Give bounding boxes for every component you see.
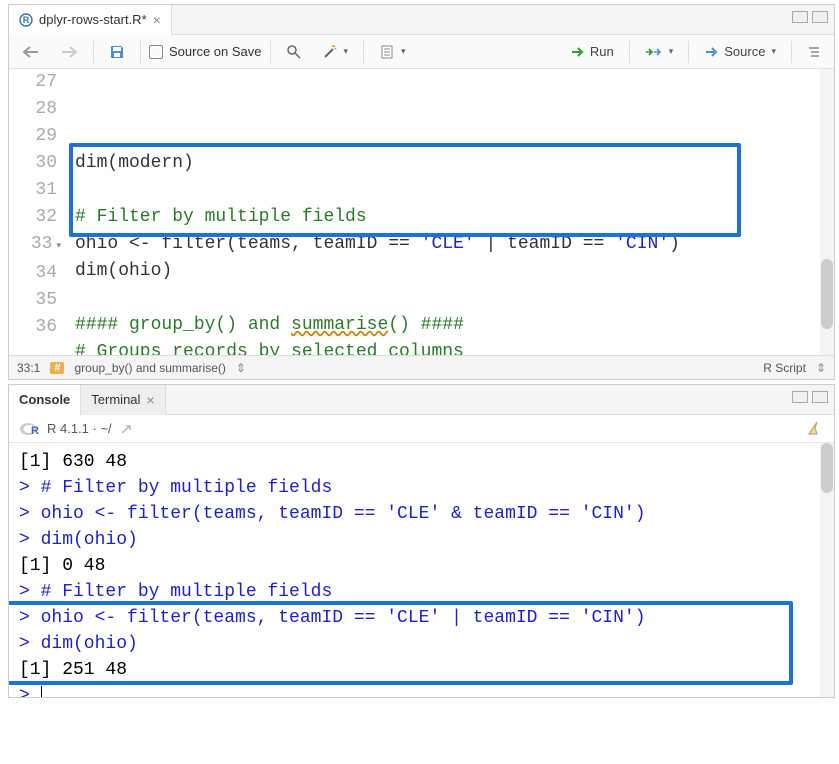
source-button[interactable]: Source ▾ [697, 40, 783, 63]
minimize-console-button[interactable] [792, 391, 808, 403]
popout-icon[interactable] [120, 423, 134, 435]
rerun-icon [645, 46, 663, 58]
find-button[interactable] [279, 40, 309, 64]
console-scrollbar[interactable] [820, 443, 834, 697]
code-line[interactable]: dim(modern) [75, 150, 834, 177]
terminal-tab[interactable]: Terminal × [81, 385, 165, 415]
console-line: > [19, 683, 824, 697]
language-mode[interactable]: R Script [763, 361, 806, 375]
arrow-left-icon [22, 45, 40, 59]
cursor-position: 33:1 [17, 361, 40, 375]
arrow-right-icon [60, 45, 78, 59]
line-number: 31 [9, 177, 57, 204]
console-line: [1] 251 48 [19, 657, 824, 683]
code-line[interactable]: # Groups records by selected columns [75, 339, 834, 355]
console-line: > # Filter by multiple fields [19, 579, 824, 605]
chevron-down-icon: ▾ [344, 46, 349, 57]
line-number: 30 [9, 150, 57, 177]
code-editor[interactable]: 27282930313233▾343536 dim(modern) # Filt… [9, 69, 834, 355]
broom-icon [806, 420, 824, 438]
back-button[interactable] [15, 41, 47, 63]
line-gutter: 27282930313233▾343536 [9, 69, 71, 355]
code-tools-button[interactable]: ▾ [315, 40, 356, 64]
editor-status-bar: 33:1 # group_by() and summarise() ⇕ R Sc… [9, 355, 834, 379]
chevron-down-icon: ▾ [669, 46, 674, 57]
source-on-save-checkbox[interactable] [149, 45, 163, 59]
search-icon [286, 44, 302, 60]
editor-toolbar: Source on Save ▾ ▾ Run ▾ Source ▾ [9, 35, 834, 69]
maximize-pane-button[interactable] [812, 11, 828, 23]
close-tab-icon[interactable]: × [153, 12, 161, 28]
console-header: R R 4.1.1 · ~/ [9, 415, 834, 443]
r-logo-icon: R [19, 421, 39, 437]
console-line: [1] 0 48 [19, 553, 824, 579]
svg-text:R: R [31, 425, 39, 437]
notebook-icon [379, 44, 395, 60]
console-tab[interactable]: Console [9, 385, 81, 415]
code-line[interactable] [75, 285, 834, 312]
close-terminal-icon[interactable]: × [146, 392, 154, 408]
console-output[interactable]: [1] 630 48> # Filter by multiple fields>… [9, 443, 834, 697]
console-pane: Console Terminal × R R 4.1.1 · ~/ [1] 63… [8, 384, 835, 698]
maximize-console-button[interactable] [812, 391, 828, 403]
line-number: 32 [9, 204, 57, 231]
outline-icon [807, 45, 821, 59]
source-arrow-icon [704, 46, 720, 58]
console-line: [1] 630 48 [19, 449, 824, 475]
source-on-save-label: Source on Save [169, 44, 262, 59]
line-number: 33▾ [9, 231, 57, 260]
line-number: 34 [9, 260, 57, 287]
pane-window-controls [792, 11, 828, 23]
console-line: > dim(ohio) [19, 527, 824, 553]
save-button[interactable] [102, 40, 132, 64]
minimize-pane-button[interactable] [792, 11, 808, 23]
clear-console-button[interactable] [806, 420, 824, 438]
line-number: 29 [9, 123, 57, 150]
code-content[interactable]: dim(modern) # Filter by multiple fieldso… [71, 69, 834, 355]
code-line[interactable]: #### group_by() and summarise() #### [75, 312, 834, 339]
svg-text:R: R [23, 15, 30, 25]
chevron-down-icon: ▾ [771, 46, 776, 57]
outline-button[interactable] [800, 41, 828, 63]
wand-icon [322, 44, 338, 60]
r-file-icon: R [19, 13, 33, 27]
console-line: > ohio <- filter(teams, teamID == 'CLE' … [19, 605, 824, 631]
console-window-controls [792, 391, 828, 403]
forward-button[interactable] [53, 41, 85, 63]
chevron-down-icon: ▾ [401, 46, 406, 57]
save-icon [109, 44, 125, 60]
section-name[interactable]: group_by() and summarise() [74, 361, 225, 375]
code-line[interactable]: # Filter by multiple fields [75, 204, 834, 231]
code-line[interactable] [75, 177, 834, 204]
section-badge: # [50, 362, 64, 374]
code-line[interactable]: ohio <- filter(teams, teamID == 'CLE' | … [75, 231, 834, 258]
code-line[interactable]: dim(ohio) [75, 258, 834, 285]
console-line: > dim(ohio) [19, 631, 824, 657]
section-nav-icon[interactable]: ⇕ [236, 361, 246, 375]
rerun-button[interactable]: ▾ [638, 42, 681, 62]
console-line: > ohio <- filter(teams, teamID == 'CLE' … [19, 501, 824, 527]
run-arrow-icon [570, 46, 586, 58]
language-nav-icon[interactable]: ⇕ [816, 361, 826, 375]
run-button[interactable]: Run [563, 40, 621, 63]
line-number: 27 [9, 69, 57, 96]
editor-tab-bar: R dplyr-rows-start.R* × [9, 5, 834, 35]
editor-scrollbar[interactable] [820, 69, 834, 355]
editor-tab[interactable]: R dplyr-rows-start.R* × [9, 5, 172, 35]
r-version-label: R 4.1.1 · ~/ [47, 421, 112, 436]
line-number: 35 [9, 287, 57, 314]
editor-pane: R dplyr-rows-start.R* × Source on Save [8, 4, 835, 380]
line-number: 28 [9, 96, 57, 123]
console-tab-bar: Console Terminal × [9, 385, 834, 415]
compile-report-button[interactable]: ▾ [372, 40, 413, 64]
editor-tab-title: dplyr-rows-start.R* [39, 12, 147, 27]
line-number: 36 [9, 314, 57, 341]
console-line: > # Filter by multiple fields [19, 475, 824, 501]
